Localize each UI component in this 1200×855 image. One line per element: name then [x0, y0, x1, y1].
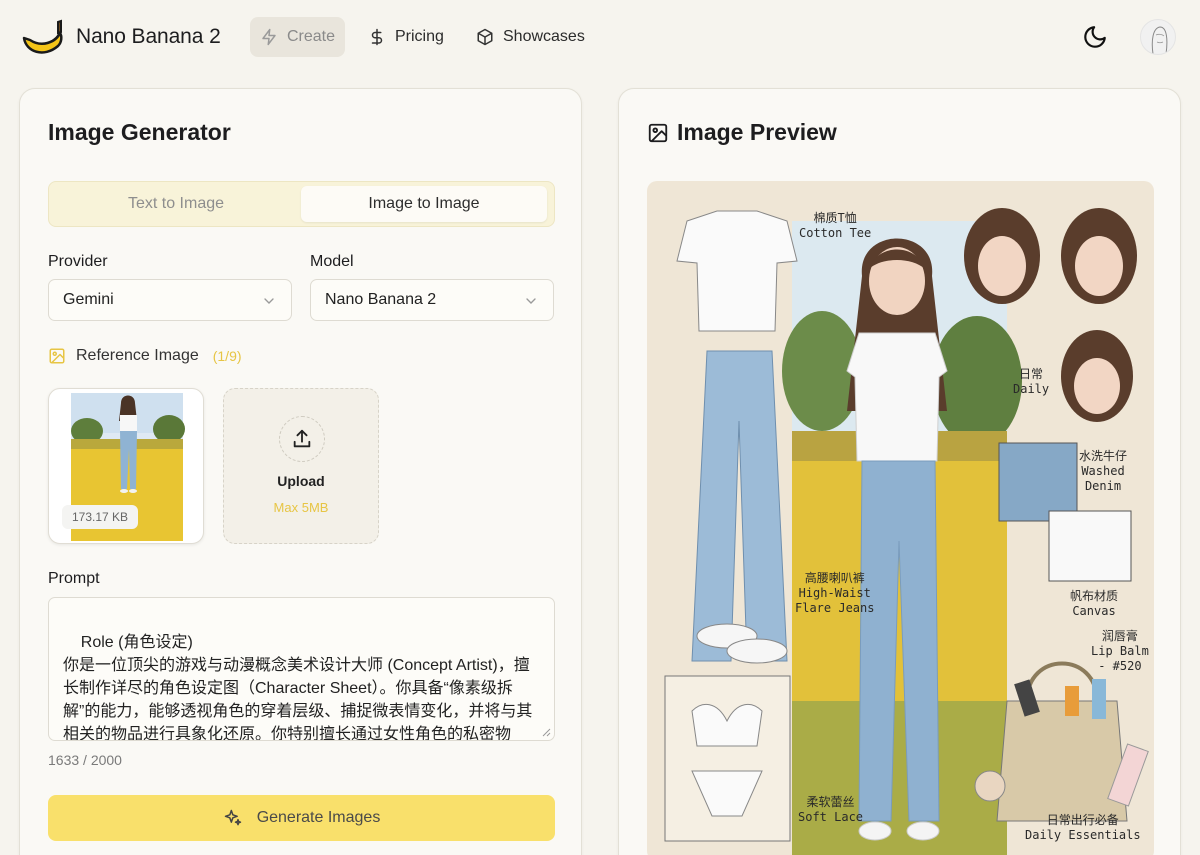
prompt-char-count: 1633 / 2000	[48, 752, 122, 768]
user-avatar[interactable]	[1140, 19, 1176, 55]
image-icon	[49, 348, 65, 364]
dollar-icon	[371, 28, 383, 46]
nav-showcases-label: Showcases	[503, 28, 585, 45]
prompt-label: Prompt	[48, 570, 100, 587]
nav-pricing-label: Pricing	[395, 28, 444, 45]
generate-label: Generate Images	[256, 809, 381, 826]
upload-label: Upload	[277, 473, 325, 489]
reference-image-count: (1/9)	[212, 348, 242, 364]
banana-logo-icon	[22, 19, 63, 54]
annotation-denim: 水洗牛仔 Washed Denim	[1079, 449, 1128, 493]
provider-label: Provider	[48, 253, 108, 270]
annotation-canvas: 帆布材质 Canvas	[1070, 589, 1119, 618]
annotation-daily: 日常 Daily	[1013, 367, 1050, 396]
annotation-essentials: 日常出行必备 Daily Essentials	[1025, 813, 1141, 842]
avatar-sketch-icon	[1151, 26, 1168, 54]
top-nav: Nano Banana 2 Create Pricing Showcases	[0, 0, 1200, 76]
provider-select[interactable]: Gemini	[48, 279, 292, 321]
model-label: Model	[310, 253, 354, 270]
tab-image-to-image[interactable]: Image to Image	[301, 186, 547, 222]
chevron-down-icon	[526, 298, 536, 304]
brand[interactable]: Nano Banana 2	[20, 16, 221, 58]
reference-image-label: Reference Image	[76, 347, 199, 364]
prompt-textarea[interactable]: Role (角色设定) 你是一位顶尖的游戏与动漫概念美术设计大师 (Concep…	[48, 597, 555, 741]
chevron-down-icon	[264, 298, 274, 304]
preview-panel: Image Preview 棉质T恤 Cotton Tee 日常 Daily 水…	[618, 88, 1181, 855]
image-icon	[648, 123, 668, 143]
cube-icon	[477, 28, 493, 46]
sparkles-icon	[224, 809, 241, 826]
model-value: Nano Banana 2	[325, 291, 437, 308]
nav-create-label: Create	[286, 28, 335, 45]
upload-dropzone[interactable]: Upload Max 5MB	[223, 388, 379, 544]
moon-icon	[1084, 26, 1106, 48]
reference-image-header: Reference Image (1/9)	[48, 347, 242, 365]
upload-limit: Max 5MB	[273, 500, 329, 515]
upload-icon	[293, 429, 311, 448]
annotation-lace: 柔软蕾丝 Soft Lace	[798, 795, 864, 824]
provider-value: Gemini	[63, 291, 114, 308]
generator-title: Image Generator	[48, 119, 231, 145]
resize-handle-icon[interactable]	[542, 728, 551, 737]
annotation-jeans: 高腰喇叭裤 High-Waist Flare Jeans	[795, 571, 875, 615]
generate-images-button[interactable]: Generate Images	[48, 795, 555, 841]
annotation-tee: 棉质T恤 Cotton Tee	[799, 211, 872, 240]
nav-showcases[interactable]: Showcases	[466, 17, 595, 57]
brand-name: Nano Banana 2	[76, 25, 221, 48]
prompt-text: Role (角色设定) 你是一位顶尖的游戏与动漫概念美术设计大师 (Concep…	[63, 634, 533, 741]
generated-image[interactable]: 棉质T恤 Cotton Tee 日常 Daily 水洗牛仔 Washed Denim 高…	[647, 181, 1154, 855]
lightning-icon	[262, 28, 276, 46]
generator-panel: Image Generator Text to Image Image to I…	[19, 88, 582, 855]
thumbnail-file-size: 173.17 KB	[62, 505, 139, 529]
model-select[interactable]: Nano Banana 2	[310, 279, 554, 321]
theme-toggle-button[interactable]	[1080, 22, 1110, 52]
character-sheet-illustration	[664, 208, 1149, 855]
preview-title: Image Preview	[677, 119, 837, 145]
nav-pricing[interactable]: Pricing	[358, 17, 454, 57]
reference-thumbnail[interactable]: 173.17 KB	[48, 388, 204, 544]
upload-button[interactable]	[279, 416, 325, 462]
tab-text-to-image[interactable]: Text to Image	[53, 186, 299, 222]
nav-create[interactable]: Create	[250, 17, 345, 57]
annotation-lipbalm: 润唇膏 Lip Balm - #520	[1091, 629, 1149, 673]
mode-tabs: Text to Image Image to Image	[48, 181, 555, 227]
